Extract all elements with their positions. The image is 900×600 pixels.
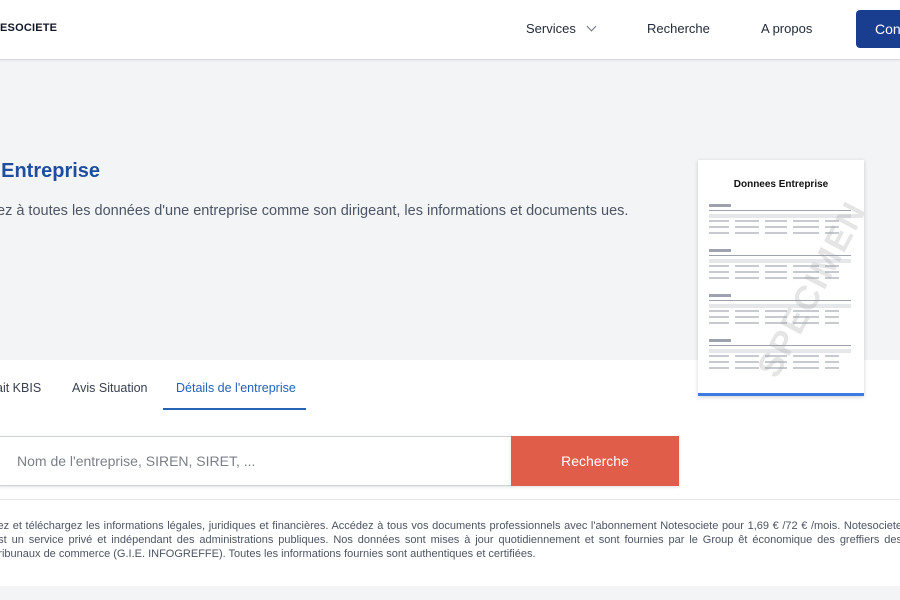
connect-button[interactable]: Con: [856, 10, 900, 48]
site-logo[interactable]: ESOCIETE: [0, 22, 57, 34]
search-input[interactable]: [17, 437, 497, 485]
active-tab-indicator: [163, 408, 306, 410]
chevron-down-icon: [586, 21, 597, 32]
site-header: ESOCIETE Services Recherche A propos Con: [0, 0, 900, 60]
document-preview-title: Donnees Entreprise: [733, 179, 829, 190]
nav-apropos[interactable]: A propos: [761, 21, 812, 36]
hero-description: ez à toutes les données d'une entreprise…: [0, 203, 629, 219]
search-button[interactable]: Recherche: [511, 436, 679, 486]
search-box: [0, 436, 512, 486]
document-preview: Donnees Entreprise SPECIMEN: [698, 160, 864, 396]
nav-services-label: Services: [526, 21, 576, 36]
divider: [0, 499, 900, 500]
tab-avis-situation[interactable]: Avis Situation: [72, 381, 148, 395]
info-paragraph: itez et téléchargez les informations lég…: [0, 520, 900, 560]
tab-extrait-kbis[interactable]: ait KBIS: [0, 381, 41, 395]
footer-band: [0, 586, 900, 600]
nav-recherche[interactable]: Recherche: [647, 21, 710, 36]
tab-details-entreprise[interactable]: Détails de l'entreprise: [176, 381, 296, 395]
nav-services[interactable]: Services: [526, 21, 597, 36]
page-title: l Entreprise: [0, 160, 101, 182]
